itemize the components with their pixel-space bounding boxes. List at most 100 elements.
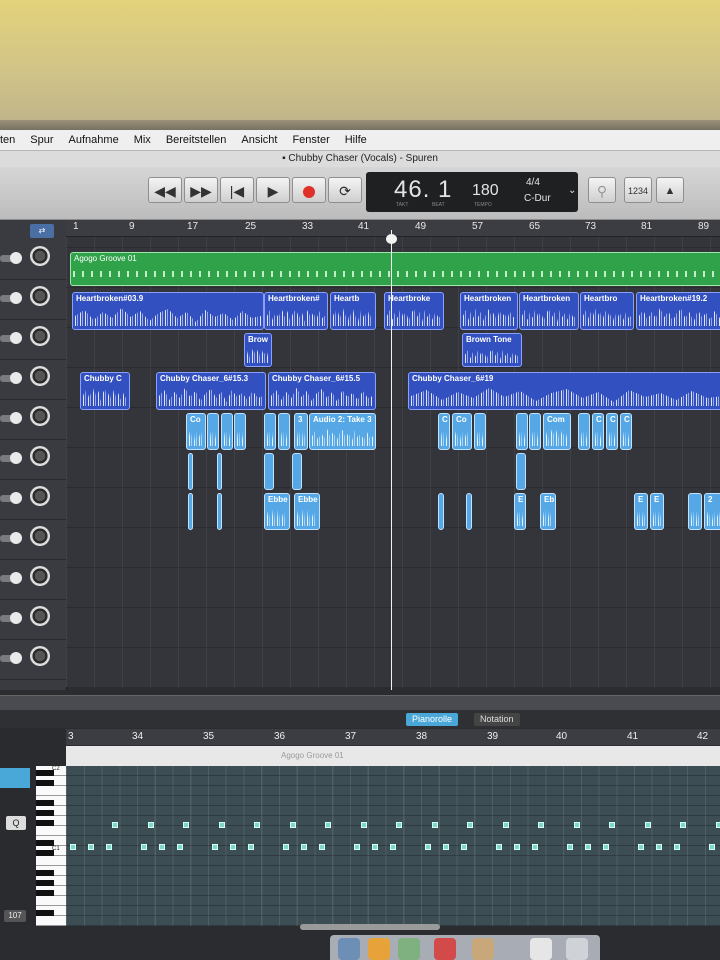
menu-item-fenster[interactable]: Fenster	[292, 134, 329, 146]
audio-region[interactable]: Chubby C	[80, 372, 130, 410]
audio-region[interactable]	[516, 413, 528, 450]
track-header[interactable]	[0, 439, 66, 480]
tab-notation[interactable]: Notation	[474, 713, 520, 726]
audio-region[interactable]: Co	[186, 413, 206, 450]
midi-note[interactable]	[148, 822, 154, 828]
midi-note[interactable]	[106, 844, 112, 850]
audio-region[interactable]: Eb	[540, 493, 556, 530]
midi-note[interactable]	[390, 844, 396, 850]
audio-region[interactable]: Chubby Chaser_6#15.3	[156, 372, 266, 410]
metronome-button[interactable]: ▲	[656, 177, 684, 203]
midi-note[interactable]	[219, 822, 225, 828]
audio-region[interactable]: C	[592, 413, 604, 450]
menu-item-bereitstellen[interactable]: Bereitstellen	[166, 134, 227, 146]
fader-knob[interactable]	[10, 612, 22, 624]
midi-note[interactable]	[301, 844, 307, 850]
audio-region[interactable]	[278, 413, 290, 450]
record-button[interactable]	[292, 177, 326, 203]
midi-note[interactable]	[230, 844, 236, 850]
audio-region[interactable]: E	[634, 493, 648, 530]
pan-knob[interactable]	[30, 566, 50, 586]
count-in-button[interactable]: 1234	[624, 177, 652, 203]
midi-note[interactable]	[248, 844, 254, 850]
midi-note[interactable]	[709, 844, 715, 850]
pan-knob[interactable]	[30, 326, 50, 346]
audio-region[interactable]	[466, 493, 472, 530]
audio-region[interactable]: Heartbroke	[384, 292, 444, 330]
pan-knob[interactable]	[30, 246, 50, 266]
piano-roll-ruler[interactable]: 3 34 35 36 37 38 39 40 41 42	[66, 729, 720, 745]
midi-note[interactable]	[70, 844, 76, 850]
audio-region[interactable]	[529, 413, 541, 450]
audio-region[interactable]: Audio 2: Take 3	[309, 413, 376, 450]
black-key[interactable]	[36, 880, 54, 886]
dock-app-icon[interactable]	[472, 938, 494, 960]
audio-region[interactable]	[234, 413, 246, 450]
audio-region[interactable]: Ebbe	[294, 493, 320, 530]
midi-note[interactable]	[361, 822, 367, 828]
pan-knob[interactable]	[30, 526, 50, 546]
dock-app-icon[interactable]	[434, 938, 456, 960]
fader-knob[interactable]	[10, 332, 22, 344]
audio-region[interactable]: 3	[294, 413, 308, 450]
midi-note[interactable]	[603, 844, 609, 850]
track-header[interactable]	[0, 399, 66, 440]
midi-note[interactable]	[319, 844, 325, 850]
menu-item-hilfe[interactable]: Hilfe	[345, 134, 367, 146]
audio-region[interactable]	[516, 453, 526, 490]
audio-region[interactable]	[188, 453, 193, 490]
midi-note[interactable]	[514, 844, 520, 850]
midi-note[interactable]	[283, 844, 289, 850]
pan-knob[interactable]	[30, 366, 50, 386]
region-color-box[interactable]	[0, 768, 30, 788]
midi-note[interactable]	[112, 822, 118, 828]
track-header[interactable]	[0, 519, 66, 560]
midi-note[interactable]	[461, 844, 467, 850]
midi-note[interactable]	[425, 844, 431, 850]
menu-item-ablage[interactable]: ten	[0, 134, 15, 146]
audio-region[interactable]: Com	[543, 413, 571, 450]
fader-knob[interactable]	[10, 452, 22, 464]
pan-knob[interactable]	[30, 286, 50, 306]
track-header[interactable]	[0, 599, 66, 640]
pan-knob[interactable]	[30, 446, 50, 466]
audio-region[interactable]	[221, 413, 233, 450]
menu-item-spur[interactable]: Spur	[30, 134, 53, 146]
audio-region[interactable]: Chubby Chaser_6#15.5	[268, 372, 376, 410]
audio-region[interactable]	[207, 413, 219, 450]
midi-region[interactable]: Agogo Groove 01	[70, 252, 720, 286]
go-to-start-button[interactable]: |◀	[220, 177, 254, 203]
track-header[interactable]	[0, 639, 66, 680]
audio-region[interactable]: Ebbe	[264, 493, 290, 530]
midi-note[interactable]	[656, 844, 662, 850]
track-header[interactable]	[0, 239, 66, 280]
dock-app-icon[interactable]	[530, 938, 552, 960]
midi-note[interactable]	[354, 844, 360, 850]
black-key[interactable]	[36, 810, 54, 816]
dock-app-icon[interactable]	[338, 938, 360, 960]
black-key[interactable]	[36, 910, 54, 916]
track-header[interactable]	[0, 559, 66, 600]
audio-region[interactable]: C	[438, 413, 450, 450]
midi-note[interactable]	[538, 822, 544, 828]
pan-knob[interactable]	[30, 406, 50, 426]
audio-region[interactable]: Chubby Chaser_6#19	[408, 372, 720, 410]
audio-region[interactable]	[474, 413, 486, 450]
lcd-display[interactable]: 46. 1 TAKT BEAT 180 TEMPO 4/4 C-Dur ⌄	[366, 172, 578, 212]
play-button[interactable]: ▶	[256, 177, 290, 203]
midi-note[interactable]	[503, 822, 509, 828]
audio-region[interactable]: Heartbroken	[460, 292, 518, 330]
fader-knob[interactable]	[10, 412, 22, 424]
midi-note[interactable]	[532, 844, 538, 850]
audio-region[interactable]: Heartbroken#03.9	[72, 292, 264, 330]
audio-region[interactable]: Heartbroken#	[264, 292, 328, 330]
pan-knob[interactable]	[30, 606, 50, 626]
midi-note[interactable]	[567, 844, 573, 850]
midi-note[interactable]	[212, 844, 218, 850]
audio-region[interactable]: C	[606, 413, 618, 450]
fader-knob[interactable]	[10, 372, 22, 384]
tracks-area[interactable]: Agogo Groove 01 Heartbroken#03.9 Heartbr…	[66, 237, 720, 687]
pan-knob[interactable]	[30, 646, 50, 666]
midi-note[interactable]	[372, 844, 378, 850]
forward-button[interactable]: ▶▶	[184, 177, 218, 203]
